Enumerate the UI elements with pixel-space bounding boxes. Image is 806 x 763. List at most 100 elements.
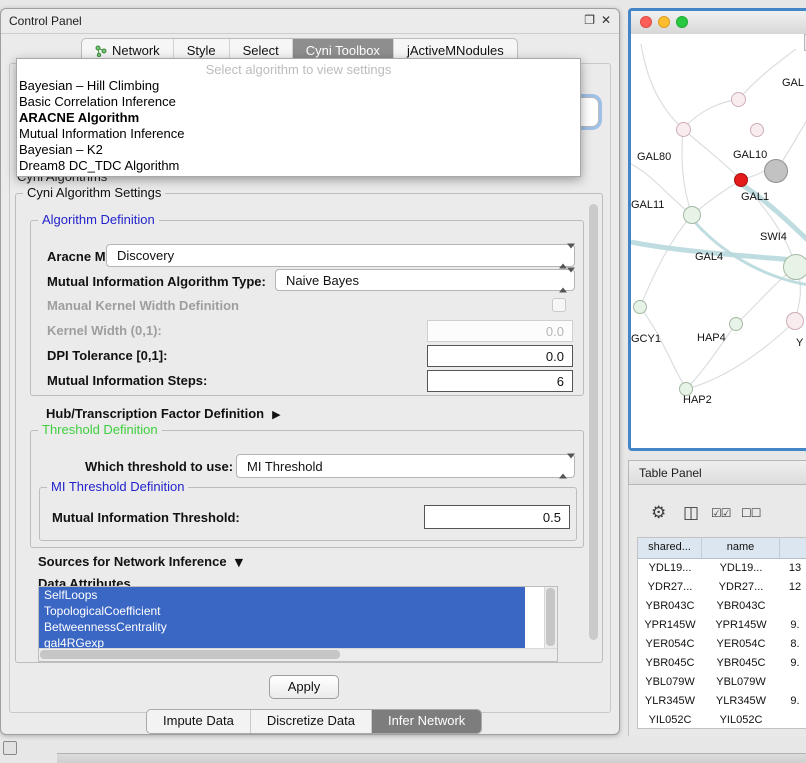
network-node[interactable] xyxy=(750,123,764,137)
table-panel: ⚙ ◫ ☑☑ ☐☐ shared... name YDL19... YDL19.… xyxy=(628,485,806,736)
table-row[interactable]: YIL052C YIL052C xyxy=(638,711,806,729)
node-label-gal1: GAL1 xyxy=(741,191,769,203)
list-item[interactable]: TopologicalCoefficient xyxy=(39,603,525,619)
dropdown-item-bayesian-hill-climbing[interactable]: Bayesian – Hill Climbing xyxy=(17,78,580,94)
dpi-tolerance-field[interactable]: 0.0 xyxy=(427,345,573,367)
network-node[interactable] xyxy=(729,317,743,331)
cell: YLR345W xyxy=(638,692,702,711)
which-threshold-combobox[interactable]: MI Threshold xyxy=(236,454,575,478)
apply-button[interactable]: Apply xyxy=(269,675,339,699)
dropdown-item-bayesian-k2[interactable]: Bayesian – K2 xyxy=(17,142,580,158)
network-node[interactable] xyxy=(731,92,746,107)
settings-group-title: Cyni Algorithm Settings xyxy=(23,185,165,200)
disclosure-down-icon[interactable]: ▼ xyxy=(235,556,243,569)
mi-algorithm-type-value: Naive Bayes xyxy=(286,273,359,288)
table-panel-title: Table Panel xyxy=(639,466,702,480)
network-node-gal10-red[interactable] xyxy=(734,173,748,187)
float-window-icon[interactable]: ❐ xyxy=(584,13,595,27)
node-label-gcy1: GCY1 xyxy=(631,333,661,345)
list-item[interactable]: SelfLoops xyxy=(39,587,525,603)
mi-algorithm-type-combobox[interactable]: Naive Bayes xyxy=(275,269,575,291)
cell: YBR043C xyxy=(638,597,702,616)
cell: YBR045C xyxy=(638,654,702,673)
table-row[interactable]: YBR043C YBR043C xyxy=(638,597,806,616)
cell: YDR27... xyxy=(638,578,702,597)
which-threshold-value: MI Threshold xyxy=(247,459,323,474)
cell: YBR045C xyxy=(702,654,780,673)
cell xyxy=(780,711,806,729)
table-row[interactable]: YDR27... YDR27... 12 xyxy=(638,578,806,597)
table-row[interactable]: YPR145W YPR145W 9. xyxy=(638,616,806,635)
dropdown-item-aracne[interactable]: ARACNE Algorithm xyxy=(17,110,580,126)
network-node-gray[interactable] xyxy=(764,159,788,183)
cell xyxy=(780,597,806,616)
network-node[interactable] xyxy=(783,254,806,280)
cell: YBR043C xyxy=(702,597,780,616)
list-horizontal-scrollbar[interactable] xyxy=(39,648,557,661)
sources-disclosure[interactable]: Sources for Network Inference▼ xyxy=(38,554,243,569)
network-node[interactable] xyxy=(786,312,804,330)
disclosure-right-icon[interactable]: ▶ xyxy=(272,408,280,421)
cell: YBL079W xyxy=(702,673,780,692)
mi-threshold-field[interactable]: 0.5 xyxy=(424,505,570,529)
select-all-columns-icon[interactable]: ☑☑ xyxy=(711,506,731,520)
cell: 9. xyxy=(780,692,806,711)
network-canvas[interactable]: GAL80 GAL10 GAL11 GAL1 SWI4 GAL4 GCY1 HA… xyxy=(631,34,806,448)
settings-scrollbar[interactable] xyxy=(589,204,598,640)
list-vertical-scrollbar[interactable] xyxy=(544,587,557,649)
kernel-width-field[interactable]: 0.0 xyxy=(427,320,573,342)
manual-kernel-width-checkbox[interactable] xyxy=(552,298,566,312)
tab-infer-network[interactable]: Infer Network xyxy=(372,710,481,733)
dropdown-item-basic-correlation[interactable]: Basic Correlation Inference xyxy=(17,94,580,110)
dropdown-item-mutual-information[interactable]: Mutual Information Inference xyxy=(17,126,580,142)
list-item[interactable]: BetweennessCentrality xyxy=(39,619,525,635)
tab-impute-data[interactable]: Impute Data xyxy=(147,710,251,733)
control-panel-titlebar[interactable]: Control Panel ❐ ✕ xyxy=(1,9,619,34)
table-settings-gear-icon[interactable]: ⚙ xyxy=(651,503,666,523)
node-label-swi4: SWI4 xyxy=(760,231,787,243)
table-panel-titlebar[interactable]: Table Panel xyxy=(628,460,806,485)
table-row[interactable]: YER054C YER054C 8. xyxy=(638,635,806,654)
aracne-mode-combobox[interactable]: Discovery xyxy=(106,244,575,267)
show-columns-icon[interactable]: ◫ xyxy=(683,503,699,523)
cell: YDR27... xyxy=(702,578,780,597)
dropdown-item-dream8[interactable]: Dream8 DC_TDC Algorithm xyxy=(17,158,580,174)
cell: YLR345W xyxy=(702,692,780,711)
close-traffic-light-icon[interactable] xyxy=(640,16,652,28)
node-label-gal10: GAL10 xyxy=(733,149,767,161)
column-header-shared-name[interactable]: shared... xyxy=(638,538,702,558)
table-row[interactable]: YLR345W YLR345W 9. xyxy=(638,692,806,711)
cell: YPR145W xyxy=(638,616,702,635)
node-label-gal4: GAL4 xyxy=(695,251,723,263)
network-node[interactable] xyxy=(676,122,691,137)
combo-arrows-icon xyxy=(559,248,569,263)
network-node[interactable] xyxy=(683,206,701,224)
minimize-traffic-light-icon[interactable] xyxy=(658,16,670,28)
hub-definition-disclosure[interactable]: Hub/Transcription Factor Definition▶ xyxy=(46,406,281,421)
tab-discretize-data[interactable]: Discretize Data xyxy=(251,710,372,733)
cell: YER054C xyxy=(638,635,702,654)
kernel-width-value: 0.0 xyxy=(546,324,564,339)
threshold-definition-group: Threshold Definition Which threshold to … xyxy=(30,430,584,548)
table-row[interactable]: YBR045C YBR045C 9. xyxy=(638,654,806,673)
unselect-all-columns-icon[interactable]: ☐☐ xyxy=(741,506,761,520)
network-node[interactable] xyxy=(633,300,647,314)
cell: YDL19... xyxy=(638,559,702,578)
network-window-titlebar[interactable] xyxy=(631,11,806,35)
table-row[interactable]: YDL19... YDL19... 13 xyxy=(638,559,806,578)
table-row[interactable]: YBL079W YBL079W xyxy=(638,673,806,692)
zoom-traffic-light-icon[interactable] xyxy=(676,16,688,28)
mi-steps-value: 6 xyxy=(557,374,564,389)
column-header-name[interactable]: name xyxy=(702,538,780,558)
close-window-icon[interactable]: ✕ xyxy=(601,13,611,27)
mi-threshold-value: 0.5 xyxy=(543,510,561,525)
mi-threshold-group-title: MI Threshold Definition xyxy=(47,479,188,494)
column-header-clipped[interactable] xyxy=(780,538,806,558)
combo-arrows-icon xyxy=(559,459,569,474)
cyni-bottom-tabbar: Impute Data Discretize Data Infer Networ… xyxy=(146,709,482,734)
collapsed-panel-icon[interactable] xyxy=(3,741,17,755)
manual-kernel-width-label: Manual Kernel Width Definition xyxy=(47,298,239,313)
cell: 8. xyxy=(780,635,806,654)
node-table: shared... name YDL19... YDL19... 13 YDR2… xyxy=(637,537,806,729)
mi-steps-field[interactable]: 6 xyxy=(427,370,573,392)
